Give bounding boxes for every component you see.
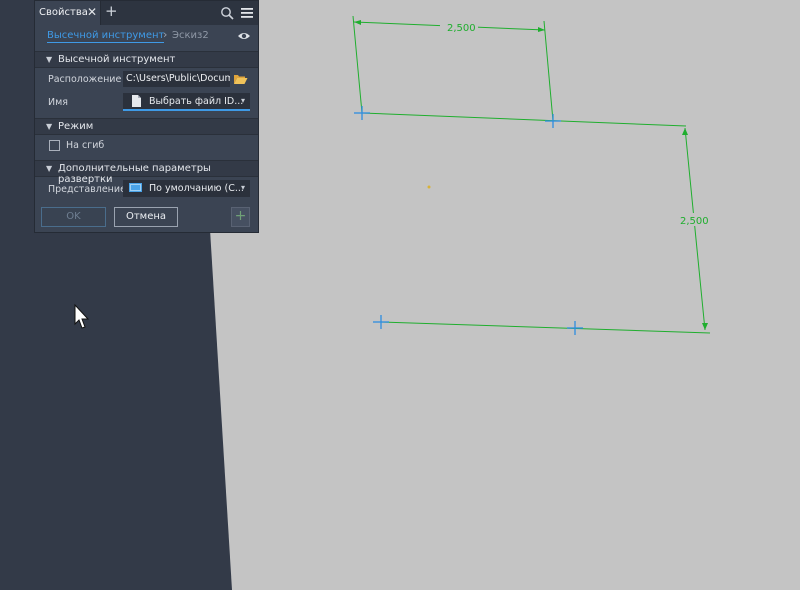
breadcrumb: Высечной инструмент › Эскиз2 [35, 25, 258, 47]
collapse-triangle-icon[interactable]: ▼ [46, 55, 52, 64]
search-icon[interactable] [220, 6, 234, 20]
add-tab-icon[interactable]: + [105, 4, 118, 19]
section-mode[interactable]: ▼ Режим [35, 118, 258, 135]
mouse-cursor-icon [74, 303, 90, 329]
section-title: Высечной инструмент [58, 54, 176, 65]
name-label: Имя [48, 97, 68, 108]
view-representation-icon [129, 183, 142, 192]
on-bend-checkbox[interactable] [49, 140, 60, 151]
location-value: C:\Users\Public\Documer [126, 73, 230, 84]
cancel-button[interactable]: Отмена [114, 207, 178, 227]
representation-value: По умолчанию (С... [149, 183, 244, 194]
file-icon [132, 95, 141, 107]
arrow-head [682, 128, 688, 135]
dimension-value-right[interactable]: 2,500 [680, 216, 709, 227]
name-dropdown-value: Выбрать файл ID... [149, 96, 244, 107]
name-dropdown[interactable]: Выбрать файл ID... ▾ [123, 93, 250, 111]
section-punch-tool[interactable]: ▼ Высечной инструмент [35, 51, 258, 68]
sketch-point[interactable] [567, 321, 583, 335]
dimension-extension-line [543, 20, 554, 122]
chevron-down-icon: ▾ [240, 183, 245, 192]
eye-icon[interactable] [237, 30, 251, 42]
dimension-line-right [684, 127, 706, 331]
panel-tab-bar: Свойства ✕ + [35, 1, 258, 25]
location-label: Расположение [48, 74, 122, 85]
representation-label: Представление [48, 184, 126, 195]
location-field[interactable]: C:\Users\Public\Documer [123, 71, 230, 87]
arrow-head [702, 323, 708, 330]
dimension-extension-line [352, 15, 363, 114]
section-advanced-unfold[interactable]: ▼ Дополнительные параметры развертки [35, 160, 258, 185]
apply-plus-button[interactable]: + [231, 207, 250, 227]
chevron-down-icon: ▾ [240, 96, 245, 105]
sketch-point[interactable] [373, 315, 389, 329]
dimension-value-top[interactable]: 2,500 [447, 23, 476, 34]
properties-panel: Свойства ✕ + Высечной инструмент › Эскиз… [34, 0, 259, 233]
folder-open-icon[interactable] [233, 73, 248, 85]
sketch-point[interactable] [545, 114, 561, 128]
sketch-line-top[interactable] [361, 112, 687, 127]
on-bend-label[interactable]: На сгиб [66, 140, 104, 151]
breadcrumb-sketch[interactable]: Эскиз2 [172, 30, 209, 41]
close-icon[interactable]: ✕ [87, 6, 97, 18]
section-title: Режим [58, 121, 94, 132]
hamburger-menu-icon[interactable] [240, 6, 254, 20]
tab-properties-label: Свойства [39, 7, 88, 18]
tab-properties[interactable]: Свойства ✕ [35, 1, 101, 25]
ok-button[interactable]: OK [41, 207, 106, 227]
breadcrumb-feature[interactable]: Высечной инструмент [47, 30, 165, 43]
sketch-origin-dot [427, 185, 431, 189]
sketch-point[interactable] [354, 106, 370, 120]
collapse-triangle-icon[interactable]: ▼ [46, 122, 52, 131]
sketch-line-bottom[interactable] [380, 321, 711, 334]
representation-dropdown[interactable]: По умолчанию (С... ▾ [123, 180, 250, 197]
collapse-triangle-icon[interactable]: ▼ [46, 164, 52, 173]
breadcrumb-separator: › [163, 28, 168, 41]
